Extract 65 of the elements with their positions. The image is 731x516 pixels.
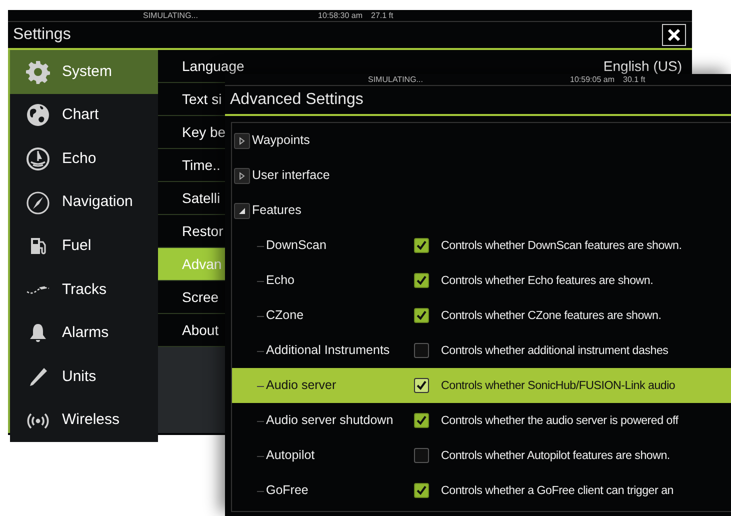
expand-toggle[interactable] <box>234 132 250 148</box>
feature-name: Audio server <box>266 378 336 392</box>
feature-name: CZone <box>266 308 304 322</box>
feature-row[interactable]: Audio server shutdown Controls whether the audio server is powered off <box>232 403 731 438</box>
checkbox[interactable] <box>414 448 429 463</box>
depth-reading: 27.1 ft <box>371 11 394 21</box>
sidebar-item[interactable]: System <box>10 50 158 94</box>
clock-time: 10:59:05 am <box>570 75 614 85</box>
feature-row[interactable]: DownScan Controls whether DownScan features are shown. <box>232 228 731 263</box>
feature-name: DownScan <box>266 238 326 252</box>
feature-description: Controls whether a GoFree client can trigger an <box>441 482 674 499</box>
track-line-icon <box>26 285 50 294</box>
checkbox[interactable] <box>414 238 429 253</box>
feature-name: Echo <box>266 273 294 288</box>
triangle-icon <box>238 136 246 144</box>
sidebar-item[interactable]: Tracks <box>10 268 158 312</box>
feature-row[interactable]: Additional Instruments Controls whether additional instrument dashes <box>232 333 731 368</box>
depth-reading: 30.1 ft <box>623 75 646 85</box>
clock-time: 10:58:30 am <box>318 11 362 21</box>
status-text: SIMULATING... <box>143 11 198 21</box>
feature-name: Autopilot <box>266 448 315 462</box>
checkbox[interactable] <box>414 483 429 498</box>
sidebar-item[interactable]: Alarms <box>10 312 158 356</box>
checkbox[interactable] <box>414 273 429 288</box>
sidebar-item[interactable]: Wireless <box>10 398 158 442</box>
close-icon <box>667 28 681 42</box>
tree-node-label[interactable]: Waypoints <box>252 131 310 150</box>
checkbox[interactable] <box>414 308 429 323</box>
feature-description: Controls whether the audio server is powered off <box>441 412 678 429</box>
close-button[interactable] <box>662 24 686 46</box>
globe-icon <box>26 103 50 128</box>
gear-icon <box>26 60 50 84</box>
feature-name: Additional Instruments <box>266 343 390 358</box>
triangle-icon <box>238 206 246 214</box>
expand-toggle[interactable] <box>234 168 250 184</box>
checkbox[interactable] <box>414 378 429 393</box>
sonar-icon <box>26 146 50 171</box>
feature-row[interactable]: GoFree Controls whether a GoFree client can trigger an <box>232 473 731 508</box>
tree-node-label[interactable]: Features <box>252 201 302 220</box>
status-text: SIMULATING... <box>368 75 423 85</box>
window-title: Advanced Settings <box>230 90 364 110</box>
feature-row[interactable]: Audio server Controls whether SonicHub/FUSION-Link audio <box>232 368 731 403</box>
checkbox[interactable] <box>414 413 429 428</box>
feature-row[interactable]: CZone Controls whether CZone features are shown. <box>232 298 731 333</box>
feature-description: Controls whether additional instrument dashes <box>441 342 668 359</box>
feature-description: Controls whether Echo features are shown. <box>441 272 654 289</box>
triangle-icon <box>238 172 246 180</box>
sidebar-item[interactable]: Echo <box>10 137 158 181</box>
checkbox[interactable] <box>414 343 429 358</box>
feature-description: Controls whether Autopilot features are shown. <box>441 448 670 464</box>
tree-node-label[interactable]: User interface <box>252 166 330 185</box>
feature-name: GoFree <box>266 483 308 498</box>
compass-icon <box>26 190 50 215</box>
sidebar-item[interactable]: Units <box>10 355 158 399</box>
window-title: Settings <box>13 25 71 45</box>
feature-name: Audio server shutdown <box>266 413 394 428</box>
sidebar-item[interactable]: Fuel <box>10 224 158 268</box>
feature-row[interactable]: Autopilot Controls whether Autopilot features are shown. <box>232 438 731 473</box>
feature-description: Controls whether DownScan features are shown. <box>441 238 682 254</box>
sidebar-item[interactable]: Chart <box>10 94 158 138</box>
feature-description: Controls whether SonicHub/FUSION-Link audio <box>441 378 676 394</box>
feature-row[interactable]: Echo Controls whether Echo features are shown. <box>232 263 731 298</box>
sidebar-item[interactable]: Navigation <box>10 180 158 224</box>
feature-description: Controls whether CZone features are shown. <box>441 308 662 324</box>
expand-toggle[interactable] <box>234 202 250 218</box>
